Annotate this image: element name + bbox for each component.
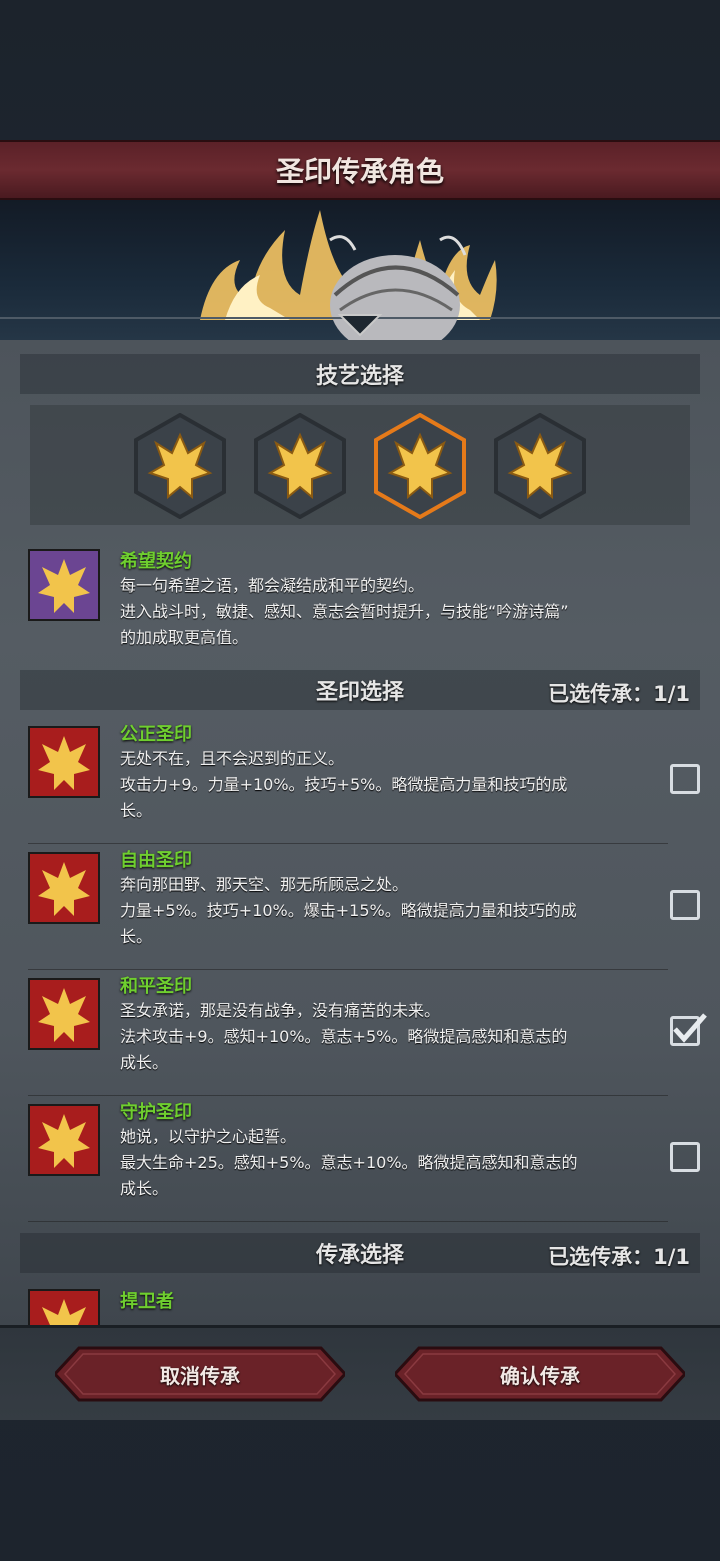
hope-emblem-icon	[374, 412, 466, 520]
inherit-item-defender[interactable]: 捍卫者	[28, 1285, 668, 1325]
seal-line: 法术攻击+9。感知+10%。意志+5%。略微提高感知和意志的	[120, 1027, 568, 1046]
confirm-inherit-button[interactable]: 确认传承	[395, 1346, 685, 1402]
seal-checkbox[interactable]	[670, 890, 700, 920]
seal-item-guard[interactable]: 守护圣印 她说，以守护之心起誓。 最大生命+25。感知+5%。意志+10%。略微…	[28, 1096, 700, 1222]
skill-desc-line-2: 进入战斗时，敏捷、感知、意志会暂时提升，与技能“吟游诗篇”	[120, 602, 569, 621]
skill-desc-line-1: 每一句希望之语，都会凝结成和平的契约。	[120, 576, 425, 595]
freedom-seal-icon	[28, 852, 100, 924]
skill-selector	[30, 405, 690, 525]
seal-name: 自由圣印	[120, 850, 192, 871]
hope-emblem-icon	[254, 412, 346, 520]
inherit-name: 捍卫者	[120, 1291, 174, 1312]
skill-option-2[interactable]	[252, 412, 348, 520]
confirm-inherit-label: 确认传承	[500, 1363, 580, 1388]
seal-line: 奔向那田野、那天空、那无所顾忌之处。	[120, 875, 409, 894]
seal-line: 长。	[120, 801, 153, 820]
seal-line: 长。	[120, 927, 153, 946]
seal-line: 圣女承诺，那是没有战争，没有痛苦的未来。	[120, 1001, 441, 1020]
seal-item-freedom[interactable]: 自由圣印 奔向那田野、那天空、那无所顾忌之处。 力量+5%。技巧+10%。爆击+…	[28, 844, 700, 970]
seal-item-justice[interactable]: 公正圣印 无处不在，且不会迟到的正义。 攻击力+9。力量+10%。技巧+5%。略…	[28, 718, 700, 844]
peace-seal-icon	[28, 978, 100, 1050]
cancel-inherit-label: 取消传承	[160, 1363, 240, 1388]
seal-line: 攻击力+9。力量+10%。技巧+5%。略微提高力量和技巧的成	[120, 775, 568, 794]
main-panel: 技艺选择 希望契约 每一句希望之语，都会凝结成和平的契约。 进入战斗时，敏捷、感…	[0, 340, 720, 1325]
character-banner	[0, 200, 720, 340]
seal-section-header: 圣印选择 已选传承：1/1	[20, 670, 700, 710]
seal-line: 无处不在，且不会迟到的正义。	[120, 749, 345, 768]
hope-emblem-icon	[134, 412, 226, 520]
checkmark-icon	[673, 1013, 707, 1043]
seal-line: 最大生命+25。感知+5%。意志+10%。略微提高感知和意志的	[120, 1153, 578, 1172]
hope-emblem-icon	[494, 412, 586, 520]
skill-portrait-icon	[28, 549, 100, 621]
skill-desc-line-3: 的加成取更高值。	[120, 628, 249, 647]
action-footer: 取消传承 确认传承	[0, 1325, 720, 1420]
seal-checkbox[interactable]	[670, 1142, 700, 1172]
seal-line: 成长。	[120, 1053, 169, 1072]
seal-selected-count: 已选传承：1/1	[548, 682, 690, 706]
guard-seal-icon	[28, 1104, 100, 1176]
inherit-section-title: 传承选择	[315, 1243, 404, 1268]
skill-section-title: 技艺选择	[315, 364, 404, 389]
seal-section-title: 圣印选择	[315, 680, 404, 705]
justice-seal-icon	[28, 726, 100, 798]
skill-option-4[interactable]	[492, 412, 588, 520]
inherit-selected-count: 已选传承：1/1	[548, 1245, 690, 1269]
seal-name: 守护圣印	[120, 1102, 192, 1123]
seal-line: 她说，以守护之心起誓。	[120, 1127, 297, 1146]
seal-checkbox[interactable]	[670, 764, 700, 794]
seal-item-peace[interactable]: 和平圣印 圣女承诺，那是没有战争，没有痛苦的未来。 法术攻击+9。感知+10%。…	[28, 970, 707, 1096]
skill-description: 希望契约 每一句希望之语，都会凝结成和平的契约。 进入战斗时，敏捷、感知、意志会…	[28, 547, 688, 667]
skill-section-header: 技艺选择	[20, 354, 700, 394]
skill-option-3-selected[interactable]	[372, 412, 468, 520]
seal-checkbox-checked[interactable]	[670, 1013, 707, 1046]
cancel-inherit-button[interactable]: 取消传承	[55, 1346, 345, 1402]
seal-line: 成长。	[120, 1179, 169, 1198]
skill-name: 希望契约	[120, 551, 192, 572]
skill-option-1[interactable]	[132, 412, 228, 520]
defender-icon	[28, 1289, 100, 1325]
seal-name: 和平圣印	[120, 976, 192, 997]
seal-line: 力量+5%。技巧+10%。爆击+15%。略微提高力量和技巧的成	[120, 901, 577, 920]
page-title: 圣印传承角色	[275, 156, 444, 187]
seal-name: 公正圣印	[120, 724, 192, 745]
inherit-section-header: 传承选择 已选传承：1/1	[20, 1233, 700, 1273]
